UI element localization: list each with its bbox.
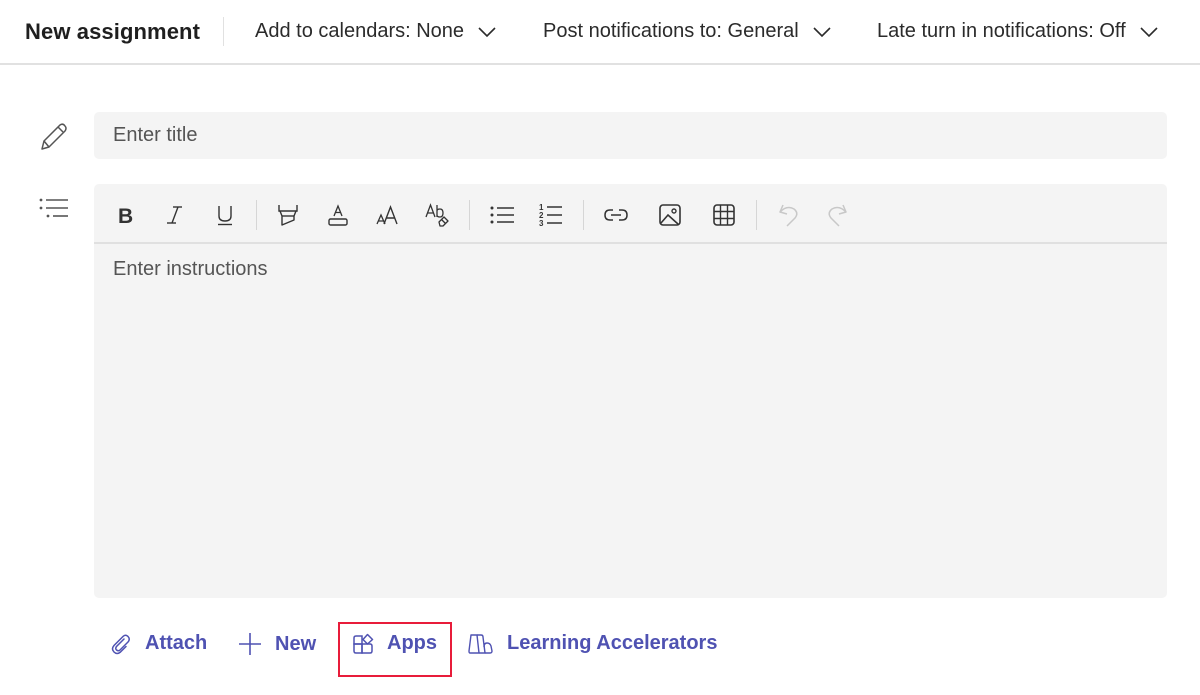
apps-icon [353, 633, 374, 654]
new-label: New [275, 632, 317, 655]
italic-button[interactable] [160, 200, 190, 230]
post-notifications-dropdown[interactable]: Post notifications to: General [543, 20, 831, 43]
pencil-icon [41, 123, 67, 150]
assignment-actions: Attach New Apps Learning Accelerators [0, 620, 1200, 680]
late-turn-in-label: Late turn in notifications: Off [877, 20, 1126, 42]
apps-label: Apps [387, 632, 437, 654]
svg-text:B: B [118, 205, 133, 226]
apps-button[interactable]: Apps [352, 632, 437, 655]
bulleted-list-button[interactable] [487, 200, 517, 230]
page-title: New assignment [25, 19, 201, 44]
undo-button[interactable] [774, 200, 804, 230]
chevron-down-icon [478, 26, 496, 37]
chevron-down-icon [1140, 26, 1158, 37]
learning-accelerators-icon [468, 633, 493, 654]
header-divider [223, 17, 224, 46]
insert-link-button[interactable] [601, 200, 631, 230]
toolbar-separator [256, 200, 257, 230]
learning-accelerators-button[interactable]: Learning Accelerators [468, 632, 717, 655]
underline-button[interactable] [210, 200, 240, 230]
underline-icon [218, 206, 232, 226]
add-to-calendars-label: Add to calendars: None [255, 20, 465, 42]
learning-accelerators-label: Learning Accelerators [507, 632, 718, 654]
instructions-placeholder[interactable]: Enter instructions [113, 258, 268, 281]
new-button[interactable]: New [238, 632, 316, 656]
bold-icon: B [118, 205, 133, 226]
font-color-icon [328, 204, 348, 226]
title-input[interactable] [94, 112, 1167, 159]
redo-button[interactable] [822, 200, 852, 230]
toolbar-separator [469, 200, 470, 230]
table-icon [713, 204, 735, 226]
toolbar-separator [583, 200, 584, 230]
plus-icon [239, 633, 261, 655]
paperclip-icon [111, 634, 130, 654]
italic-icon [167, 206, 182, 224]
instructions-editor[interactable]: B 1 2 3 Enter instructions [94, 184, 1167, 598]
clear-formatting-icon [425, 203, 449, 227]
svg-text:3: 3 [539, 219, 544, 228]
redo-icon [828, 204, 847, 227]
insert-image-button[interactable] [655, 200, 685, 230]
toolbar-separator [756, 200, 757, 230]
bold-button[interactable]: B [110, 200, 140, 230]
font-color-button[interactable] [323, 200, 353, 230]
chevron-down-icon [813, 26, 831, 37]
highlighter-icon [278, 205, 298, 226]
bullet-list-icon [490, 206, 514, 224]
attach-button[interactable]: Attach [110, 632, 207, 655]
formatting-toolbar: B 1 2 3 [94, 184, 1167, 244]
font-size-icon [376, 205, 398, 225]
attach-label: Attach [145, 632, 208, 654]
insert-table-button[interactable] [709, 200, 739, 230]
link-icon [604, 209, 628, 221]
font-size-button[interactable] [373, 200, 403, 230]
numbered-list-icon: 1 2 3 [539, 203, 562, 228]
highlight-button[interactable] [273, 200, 303, 230]
add-to-calendars-dropdown[interactable]: Add to calendars: None [255, 20, 496, 43]
undo-icon [779, 204, 798, 227]
numbered-list-button[interactable]: 1 2 3 [536, 200, 566, 230]
image-icon [659, 204, 681, 226]
post-notifications-label: Post notifications to: General [543, 20, 799, 42]
clear-formatting-button[interactable] [423, 200, 453, 230]
late-turn-in-notifications-dropdown[interactable]: Late turn in notifications: Off [877, 20, 1158, 43]
assignment-header: New assignment Add to calendars: None Po… [0, 0, 1200, 65]
details-list-icon [39, 198, 68, 218]
